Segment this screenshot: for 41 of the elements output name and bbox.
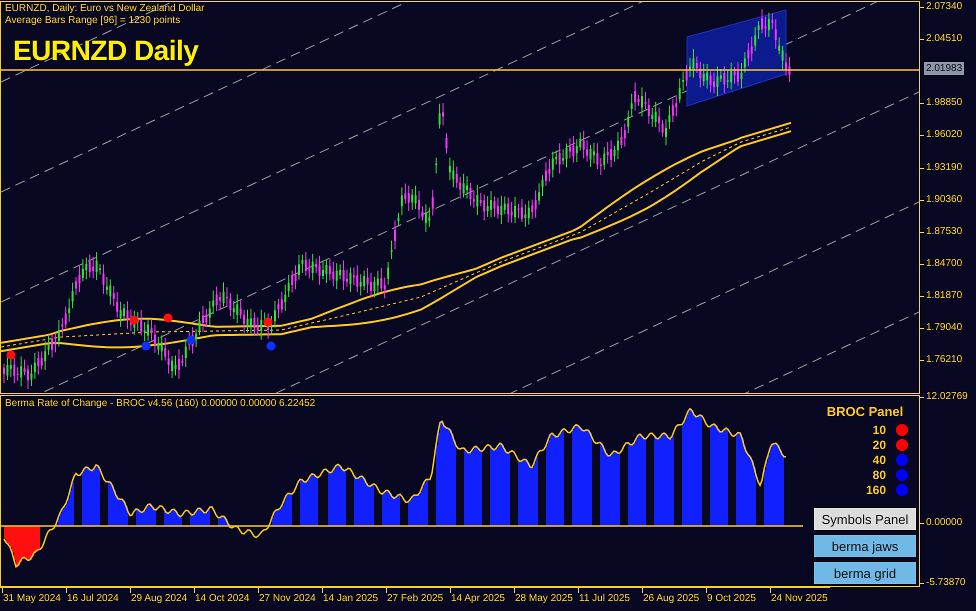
period-label: 160 xyxy=(864,482,886,496)
price-label: 1.93190 xyxy=(926,162,962,174)
date-label: 28 May 2025 xyxy=(515,593,573,605)
date-label: 11 Jul 2025 xyxy=(579,593,630,605)
panel-button[interactable]: berma jaws xyxy=(813,534,917,558)
price-label: 1.90360 xyxy=(926,194,962,206)
price-label: 1.96020 xyxy=(926,129,962,142)
price-label: 1.76210 xyxy=(926,354,962,366)
panel-button[interactable]: berma grid xyxy=(813,561,917,585)
current-price-label: 2.01983 xyxy=(924,62,964,75)
date-label: 27 Nov 2024 xyxy=(259,593,316,605)
price-label: 1.87530 xyxy=(926,226,962,238)
panel-title: BROC Panel xyxy=(826,404,904,419)
date-label: 29 Aug 2024 xyxy=(131,593,188,605)
price-label: 2.04510 xyxy=(926,33,962,46)
price-label: 2.07340 xyxy=(926,1,962,13)
price-label: 1.98850 xyxy=(926,97,962,110)
date-label: 14 Oct 2024 xyxy=(195,593,250,605)
date-label: 14 Jan 2025 xyxy=(323,593,378,605)
average-range-text: Average Bars Range [96] = 1230 points xyxy=(5,15,180,27)
period-label: 10 xyxy=(872,422,886,436)
period-label: 20 xyxy=(872,438,886,452)
price-label: 1.81870 xyxy=(926,290,962,302)
indicator-title: Berma Rate of Change - BROC v4.56 (160) 0.00000 0.00000 6.22452 xyxy=(5,398,316,410)
date-label: 16 Jul 2024 xyxy=(67,593,119,605)
price-label: 1.84700 xyxy=(926,258,962,270)
period-label: 40 xyxy=(872,452,886,466)
date-label: 9 Oct 2025 xyxy=(707,593,756,605)
price-label: 1.79040 xyxy=(926,322,962,334)
indicator-scale-label: -5.73870 xyxy=(926,577,966,589)
symbol-description: EURNZD, Daily: Euro vs New Zealand Dollar xyxy=(5,3,205,15)
chart-title: EURNZD Daily xyxy=(13,35,198,67)
date-label: 31 May 2024 xyxy=(3,593,61,605)
panel-button[interactable]: Symbols Panel xyxy=(813,507,917,531)
date-label: 24 Nov 2025 xyxy=(771,593,828,605)
date-label: 26 Aug 2025 xyxy=(643,593,700,605)
date-label: 27 Feb 2025 xyxy=(387,593,444,605)
indicator-scale-label: 12.02769 xyxy=(926,391,968,403)
indicator-scale-label: 0.00000 xyxy=(926,516,962,529)
date-label: 14 Apr 2025 xyxy=(451,593,505,605)
period-label: 80 xyxy=(872,468,886,482)
